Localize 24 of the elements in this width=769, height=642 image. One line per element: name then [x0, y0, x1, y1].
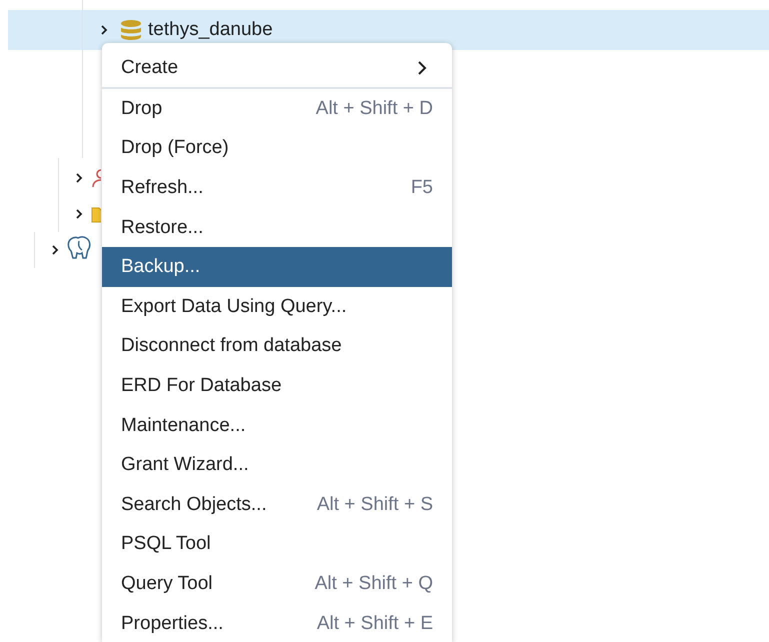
user-icon — [91, 168, 101, 188]
menu-item[interactable]: PSQL Tool — [102, 524, 452, 564]
shortcut-hint: Alt + Shift + S — [316, 494, 433, 516]
menu-item[interactable]: ERD For Database — [102, 366, 452, 406]
menu-item[interactable]: Export Data Using Query... — [102, 286, 452, 327]
menu-item[interactable]: Disconnect from database — [102, 326, 452, 366]
menu-item[interactable]: Drop (Force) — [102, 128, 452, 168]
menu-item[interactable]: Backup... — [102, 247, 452, 287]
database-icon — [120, 20, 142, 40]
tree-row-highlight[interactable]: tethys_danube — [8, 10, 769, 50]
menu-item[interactable]: Refresh... F5 — [102, 168, 452, 208]
menu-item[interactable]: Create — [102, 43, 452, 89]
menu-item[interactable]: Query Tool Alt + Shift + Q — [102, 564, 452, 604]
menu-item[interactable]: Drop Alt + Shift + D — [102, 89, 452, 129]
shortcut-hint: Alt + Shift + E — [316, 612, 433, 635]
menu-item[interactable]: Properties... Alt + Shift + E — [102, 604, 452, 642]
menu-item[interactable]: Grant Wizard... — [102, 445, 452, 485]
shortcut-hint: Alt + Shift + Q — [314, 572, 433, 595]
database-label: tethys_danube — [148, 19, 273, 41]
menu-item[interactable]: Search Objects... Alt + Shift + S — [102, 484, 452, 525]
menu-item[interactable]: Maintenance... — [102, 406, 452, 446]
menu-item[interactable]: Restore... — [102, 208, 452, 248]
shortcut-hint: F5 — [410, 176, 433, 199]
shortcut-hint: Alt + Shift + D — [316, 98, 433, 120]
